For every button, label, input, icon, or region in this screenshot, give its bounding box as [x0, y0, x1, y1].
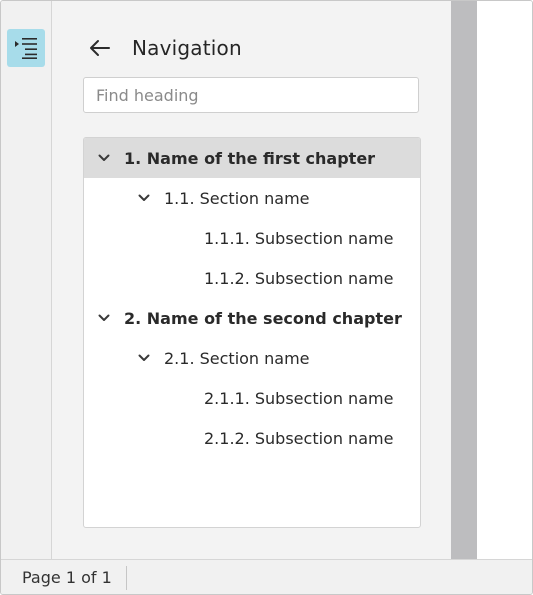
tree-item-label: 1.1.1. Subsection name: [204, 228, 394, 248]
app-window: Navigation 1. Name of the first chapter …: [0, 0, 533, 595]
tree-item-subsection-1-1-1[interactable]: 1.1.1. Subsection name: [84, 218, 420, 258]
navigation-pane-icon: [15, 38, 37, 59]
navigation-panel: Navigation 1. Name of the first chapter …: [52, 1, 451, 559]
chevron-down-icon[interactable]: [98, 314, 110, 322]
find-heading-input[interactable]: [83, 77, 419, 113]
panel-title: Navigation: [132, 36, 242, 60]
status-bar: Page 1 of 1: [1, 559, 532, 594]
panel-header: Navigation: [86, 34, 242, 62]
chevron-down-icon[interactable]: [138, 354, 150, 362]
tree-item-chapter-2[interactable]: 2. Name of the second chapter: [84, 298, 420, 338]
status-separator: [125, 565, 127, 590]
tree-item-label: 1.1.2. Subsection name: [204, 268, 394, 288]
page-count: Page 1 of 1: [22, 568, 112, 587]
tree-item-subsection-2-1-2[interactable]: 2.1.2. Subsection name: [84, 418, 420, 458]
heading-tree: 1. Name of the first chapter 1.1. Sectio…: [83, 137, 421, 528]
tree-item-label: 1.1. Section name: [164, 188, 310, 208]
tree-item-subsection-2-1-1[interactable]: 2.1.1. Subsection name: [84, 378, 420, 418]
tree-item-label: 2.1.1. Subsection name: [204, 388, 394, 408]
tree-item-label: 2.1.2. Subsection name: [204, 428, 394, 448]
arrow-left-icon: [90, 40, 110, 56]
tree-item-section-2-1[interactable]: 2.1. Section name: [84, 338, 420, 378]
document-page[interactable]: [477, 1, 532, 559]
tree-item-chapter-1[interactable]: 1. Name of the first chapter: [84, 138, 420, 178]
navigation-pane-toggle[interactable]: [7, 29, 45, 67]
chevron-down-icon[interactable]: [98, 154, 110, 162]
tree-item-label: 2.1. Section name: [164, 348, 310, 368]
tree-item-label: 1. Name of the first chapter: [124, 148, 376, 168]
chevron-down-icon[interactable]: [138, 194, 150, 202]
back-button[interactable]: [86, 34, 114, 62]
tree-item-subsection-1-1-2[interactable]: 1.1.2. Subsection name: [84, 258, 420, 298]
document-scroll-gutter[interactable]: [451, 1, 477, 559]
tree-item-label: 2. Name of the second chapter: [124, 308, 402, 328]
left-tool-strip: [1, 1, 52, 559]
tree-item-section-1-1[interactable]: 1.1. Section name: [84, 178, 420, 218]
